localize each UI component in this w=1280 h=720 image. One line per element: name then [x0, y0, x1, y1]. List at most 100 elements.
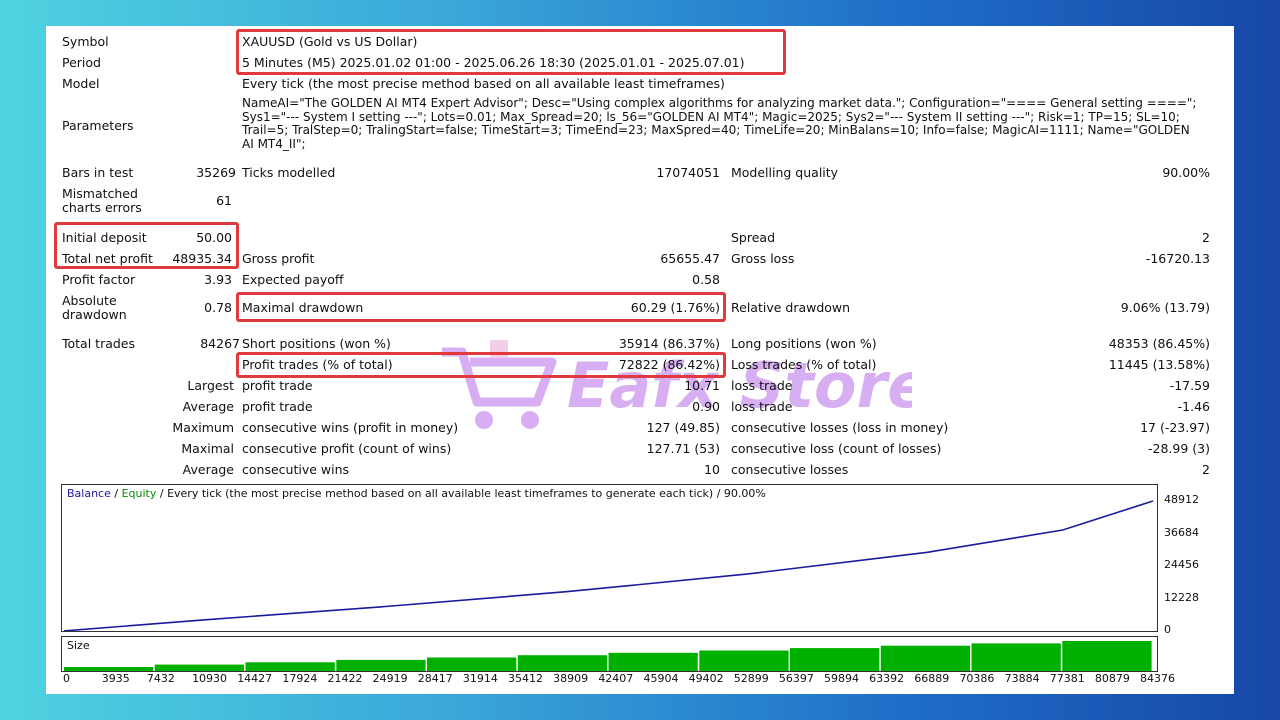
short-positions-value: 35914 (86.37%)	[618, 336, 720, 351]
profit-trades-highlight	[236, 352, 726, 378]
bars-label: Bars in test	[62, 165, 134, 180]
x-tick-label: 14427	[237, 672, 273, 685]
spread-label: Spread	[731, 230, 776, 245]
average-consecutive-wins-value: 10	[704, 462, 720, 477]
average-consecutive-losses-value: 2	[1202, 462, 1210, 477]
maximal-consecutive-loss-label: consecutive loss (count of losses)	[731, 441, 942, 456]
spread-value: 2	[1202, 230, 1210, 245]
average-consecutive-losses-label: consecutive losses	[731, 462, 849, 477]
gross-profit-value: 65655.47	[660, 251, 720, 266]
gross-loss-label: Gross loss	[731, 251, 795, 266]
balance-plot	[63, 500, 1154, 631]
x-tick-label: 49402	[688, 672, 724, 685]
largest-profit-label: profit trade	[242, 378, 313, 393]
x-tick-label: 66889	[914, 672, 950, 685]
x-tick-label: 80879	[1094, 672, 1130, 685]
model-label: Model	[62, 76, 100, 91]
absolute-drawdown-value: 0.78	[204, 300, 232, 315]
expected-payoff-label: Expected payoff	[242, 272, 344, 287]
maximal-consecutive-profit-value: 127.71 (53)	[646, 441, 720, 456]
x-tick-label: 63392	[869, 672, 905, 685]
symbol-period-highlight	[236, 29, 786, 75]
size-bar	[1062, 641, 1152, 671]
size-bar	[790, 648, 880, 671]
bars-value: 35269	[196, 165, 236, 180]
x-tick-label: 35412	[508, 672, 544, 685]
x-tick-label: 73884	[1004, 672, 1040, 685]
size-bar	[880, 645, 971, 671]
gross-profit-label: Gross profit	[242, 251, 315, 266]
x-tick-label: 21422	[327, 672, 363, 685]
maximal-consecutive-profit-label: consecutive profit (count of wins)	[242, 441, 452, 456]
largest-profit-value: 10.71	[684, 378, 720, 393]
mismatch-value: 61	[216, 193, 232, 208]
loss-trades-value: 11445 (13.58%)	[1108, 357, 1210, 372]
balance-line	[63, 500, 1154, 631]
x-tick-label: 70386	[959, 672, 995, 685]
x-tick-label: 45904	[643, 672, 679, 685]
x-tick-label: 59894	[824, 672, 860, 685]
size-bar	[608, 652, 698, 671]
maximal-label: Maximal	[181, 441, 234, 456]
size-bar	[154, 664, 245, 671]
x-tick-label: 28417	[417, 672, 453, 685]
size-bar	[427, 657, 517, 671]
size-bar	[336, 659, 426, 671]
average-label: Average	[182, 399, 234, 414]
x-tick-label: 52899	[733, 672, 769, 685]
parameters-value: NameAI="The GOLDEN AI MT4 Expert Advisor…	[242, 96, 1197, 151]
x-tick-label: 31914	[462, 672, 498, 685]
max-consecutive-losses-label: consecutive losses (loss in money)	[731, 420, 949, 435]
largest-label: Largest	[187, 378, 234, 393]
ticks-value: 17074051	[656, 165, 720, 180]
largest-loss-value: -17.59	[1169, 378, 1210, 393]
loss-trades-label: Loss trades (% of total)	[731, 357, 877, 372]
y-tick-label: 36684	[1164, 525, 1199, 539]
average-loss-label: loss trade	[731, 399, 793, 414]
period-label: Period	[62, 55, 101, 70]
average-profit-value: 0.90	[692, 399, 720, 414]
maximum-label: Maximum	[172, 420, 234, 435]
x-tick-label: 3935	[101, 672, 130, 685]
size-bar	[245, 662, 335, 671]
y-tick-label: 12228	[1164, 590, 1199, 604]
relative-drawdown-value: 9.06% (13.79)	[1120, 300, 1210, 315]
average-consecutive-label: Average	[182, 462, 234, 477]
y-tick-label: 24456	[1164, 558, 1199, 571]
size-bar	[64, 667, 154, 671]
absolute-drawdown-label: Absolute drawdown	[62, 293, 127, 322]
maximal-consecutive-loss-value: -28.99 (3)	[1148, 441, 1210, 456]
size-bar	[699, 650, 789, 671]
max-consecutive-wins-label: consecutive wins (profit in money)	[242, 420, 459, 435]
total-trades-value: 84267	[200, 336, 240, 351]
ticks-label: Ticks modelled	[242, 165, 336, 180]
x-tick-label: 38909	[553, 672, 589, 685]
x-tick-label: 77381	[1049, 672, 1085, 685]
quality-label: Modelling quality	[731, 165, 839, 180]
long-positions-label: Long positions (won %)	[731, 336, 877, 351]
profit-factor-label: Profit factor	[62, 272, 136, 287]
average-consecutive-wins-label: consecutive wins	[242, 462, 350, 477]
profit-factor-value: 3.93	[204, 272, 232, 287]
average-loss-value: -1.46	[1177, 399, 1210, 414]
model-value: Every tick (the most precise method base…	[242, 76, 725, 91]
x-tick-label: 84376	[1140, 672, 1175, 685]
quality-value: 90.00%	[1162, 165, 1210, 180]
total-trades-label: Total trades	[62, 336, 136, 351]
largest-loss-label: loss trade	[731, 378, 793, 393]
drawdown-highlight	[236, 292, 726, 322]
y-tick-label: 0	[1164, 623, 1171, 636]
long-positions-value: 48353 (86.45%)	[1108, 336, 1210, 351]
x-tick-label: 0	[63, 672, 70, 685]
relative-drawdown-label: Relative drawdown	[731, 300, 851, 315]
gross-loss-value: -16720.13	[1145, 251, 1210, 266]
parameters-label: Parameters	[62, 118, 134, 133]
x-tick-label: 10930	[192, 672, 228, 685]
x-tick-label: 56397	[778, 672, 814, 685]
balance-chart: Balance / Equity / Every tick (the most …	[61, 484, 1158, 632]
report-panel: Symbol XAUUSD (Gold vs US Dollar) Period…	[46, 26, 1234, 694]
size-chart: Size	[61, 636, 1158, 672]
average-profit-label: profit trade	[242, 399, 313, 414]
expected-payoff-value: 0.58	[692, 272, 720, 287]
x-tick-label: 17924	[282, 672, 318, 685]
